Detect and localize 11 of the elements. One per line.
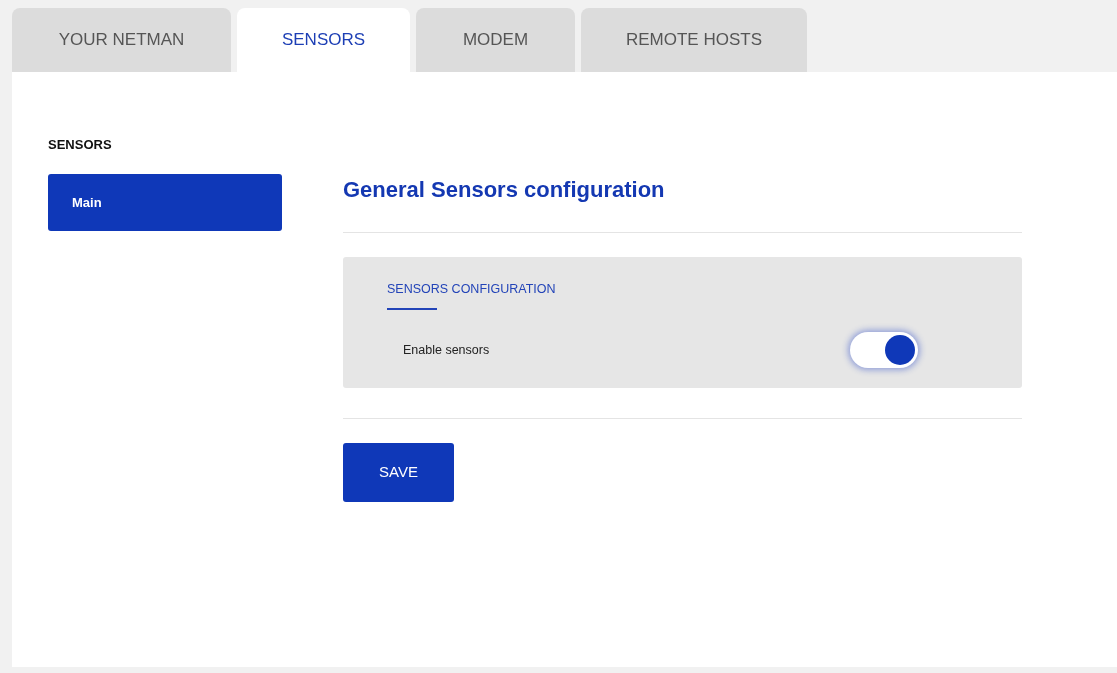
section-title: SENSORS CONFIGURATION bbox=[387, 281, 556, 298]
setting-label: Enable sensors bbox=[403, 341, 490, 359]
sidebar-title: SENSORS bbox=[48, 136, 112, 154]
save-button[interactable]: SAVE bbox=[343, 443, 454, 502]
page-heading: General Sensors configuration bbox=[343, 176, 666, 204]
sidebar-item[interactable]: Main bbox=[48, 174, 282, 231]
tab[interactable]: MODEM bbox=[416, 8, 575, 72]
tab[interactable]: REMOTE HOSTS bbox=[581, 8, 807, 72]
tab[interactable]: YOUR NETMAN bbox=[12, 8, 231, 72]
tab[interactable]: SENSORS bbox=[237, 8, 410, 72]
toggle-switch[interactable] bbox=[850, 332, 918, 368]
